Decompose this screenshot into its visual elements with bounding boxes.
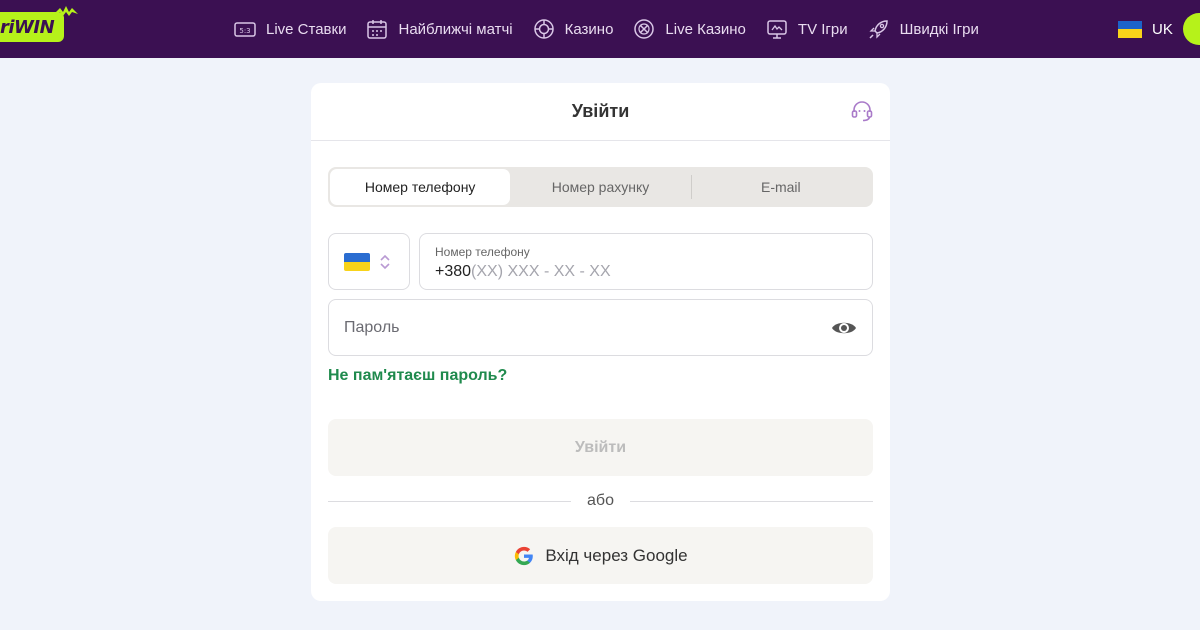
tab-email[interactable]: E-mail (690, 169, 871, 205)
or-divider: або (328, 491, 873, 511)
top-header: riWIN 5:3 Live Ставки Найближчі матчі Ка… (0, 0, 1200, 58)
phone-input-label: Номер телефону (435, 245, 530, 259)
forgot-password-link[interactable]: Не пам'ятаєш пароль? (328, 367, 507, 385)
rocket-icon (869, 20, 888, 39)
ukraine-flag-icon (344, 252, 370, 271)
calendar-icon (367, 20, 388, 39)
login-title: Увійти (571, 101, 630, 121)
nav-casino[interactable]: Казино (533, 0, 614, 58)
chevron-up-down-icon (380, 254, 390, 269)
nav-live-bets[interactable]: 5:3 Live Ставки (234, 0, 346, 58)
login-card-header: Увійти (311, 83, 890, 141)
country-code-select[interactable] (328, 233, 410, 290)
bat-logo-icon (54, 6, 78, 16)
password-placeholder: Пароль (344, 318, 400, 336)
nav-label: Швидкі Ігри (899, 20, 979, 38)
or-label: або (587, 492, 614, 509)
nav-label: Найближчі матчі (398, 20, 513, 38)
nav-label: Казино (564, 20, 614, 38)
google-login-button[interactable]: Вхід через Google (328, 527, 873, 584)
roulette-icon (634, 19, 655, 39)
nav-label: TV Ігри (797, 20, 848, 38)
main-nav: 5:3 Live Ставки Найближчі матчі Казино L… (234, 0, 999, 58)
live-score-icon: 5:3 (234, 22, 256, 37)
language-code: UK (1152, 20, 1173, 38)
tab-phone[interactable]: Номер телефону (330, 169, 511, 205)
casino-chip-icon (533, 19, 554, 39)
svg-text:5:3: 5:3 (239, 27, 250, 35)
logo-text: riWIN (0, 16, 55, 38)
ukraine-flag-icon (1118, 20, 1142, 38)
nav-tv-games[interactable]: TV Ігри (766, 0, 848, 58)
phone-prefix: +380 (435, 263, 472, 280)
login-card: Увійти Номер телефону Номер рахунку E-ma… (311, 83, 890, 601)
nav-fast-games[interactable]: Швидкі Ігри (868, 0, 979, 58)
eye-icon[interactable] (831, 317, 857, 339)
nav-upcoming-matches[interactable]: Найближчі матчі (366, 0, 513, 58)
tv-icon (767, 20, 787, 39)
google-login-label: Вхід через Google (545, 545, 688, 565)
phone-value: +380 (XX) XXX - XX - XX (435, 263, 857, 281)
headset-support-icon[interactable] (850, 99, 874, 123)
nav-label: Live Ставки (266, 20, 347, 38)
nav-live-casino[interactable]: Live Казино (633, 0, 746, 58)
account-button[interactable] (1183, 13, 1200, 45)
google-icon (515, 546, 534, 565)
divider-line (328, 500, 572, 502)
login-method-tabs: Номер телефону Номер рахунку E-mail (328, 167, 873, 207)
login-submit-button[interactable]: Увійти (328, 419, 873, 476)
divider-line (629, 500, 873, 502)
phone-input[interactable]: Номер телефону +380 (XX) XXX - XX - XX (419, 233, 873, 290)
tab-account-number[interactable]: Номер рахунку (510, 169, 690, 205)
language-selector[interactable]: UK (1118, 0, 1173, 58)
password-input[interactable]: Пароль (328, 299, 873, 356)
phone-mask-placeholder: (XX) XXX - XX - XX (471, 263, 611, 280)
nav-label: Live Казино (665, 20, 746, 38)
